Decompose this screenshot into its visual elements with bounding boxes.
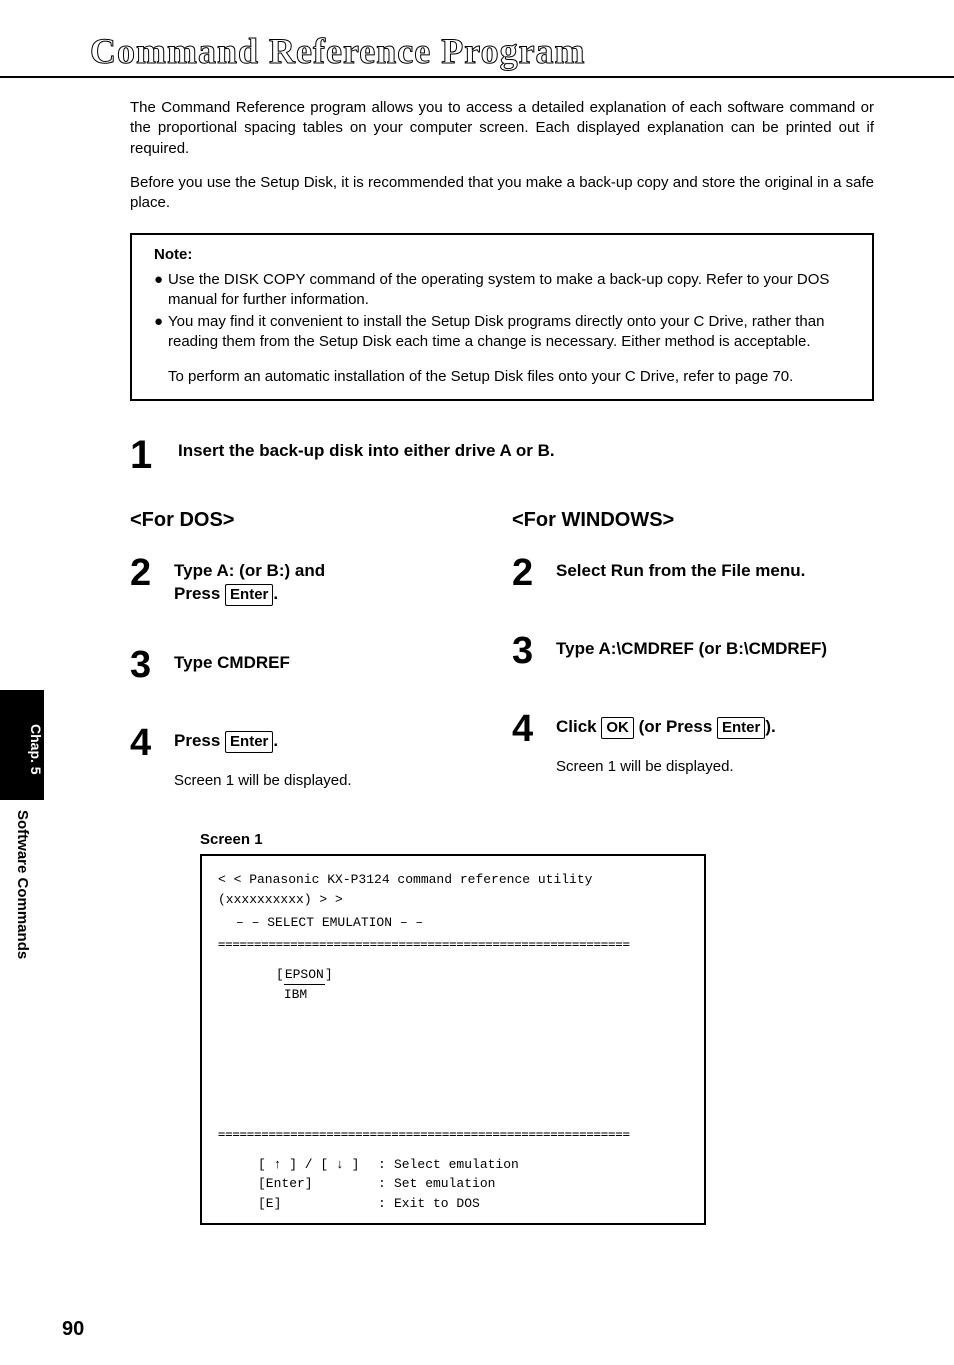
win-step-4-sub: Screen 1 will be displayed. (556, 757, 776, 777)
divider: ========================================… (218, 1125, 688, 1143)
step-number-4: 4 (512, 710, 556, 748)
screen-subheader: – – SELECT EMULATION – – (236, 913, 688, 933)
screen-label: Screen 1 (200, 831, 894, 848)
title-rule (0, 76, 954, 78)
dos-step-4-sub: Screen 1 will be displayed. (174, 771, 352, 791)
windows-heading: <For WINDOWS> (512, 509, 894, 532)
intro-paragraph-1: The Command Reference program allows you… (130, 98, 874, 159)
intro-paragraph-2: Before you use the Setup Disk, it is rec… (130, 173, 874, 214)
page-title: Command Reference Program (90, 30, 894, 72)
step-number-1: 1 (130, 435, 178, 475)
bullet-icon: ● (154, 312, 168, 353)
dos-heading: <For DOS> (130, 509, 512, 532)
legend-key-enter: [Enter] (258, 1174, 378, 1194)
note-box: Note: ●Use the DISK COPY command of the … (130, 233, 874, 401)
note-bullet-2: You may find it convenient to install th… (168, 312, 854, 353)
screen-header: < < Panasonic KX-P3124 command reference… (218, 870, 688, 909)
legend-desc-2: Set emulation (394, 1174, 495, 1194)
step-number-3: 3 (512, 632, 556, 670)
dos-step-4: Press Enter. Screen 1 will be displayed. (174, 730, 352, 792)
bullet-icon: ● (154, 270, 168, 311)
win-step-2: Select Run from the File menu. (556, 560, 805, 583)
step-number-4: 4 (130, 724, 174, 762)
legend-key-arrows: [ ↑ ] / [ ↓ ] (258, 1155, 378, 1175)
chapter-tab: Chap. 5 (0, 690, 44, 800)
ok-key: OK (601, 717, 634, 739)
step-1-text: Insert the back-up disk into either driv… (178, 441, 555, 461)
step-number-2: 2 (130, 554, 174, 592)
legend-desc-3: Exit to DOS (394, 1194, 480, 1214)
emulation-option-epson: EPSON (284, 965, 325, 986)
enter-key: Enter (225, 584, 273, 606)
enter-key: Enter (225, 731, 273, 753)
win-step-3: Type A:\CMDREF (or B:\CMDREF) (556, 638, 827, 661)
note-bullet-1: Use the DISK COPY command of the operati… (168, 270, 854, 311)
win-step-4: Click OK (or Press Enter). Screen 1 will… (556, 716, 776, 778)
emulation-option-ibm: IBM (284, 987, 307, 1002)
dos-step-3: Type CMDREF (174, 652, 290, 675)
legend-desc-1: Select emulation (394, 1155, 519, 1175)
section-label: Software Commands (14, 810, 31, 959)
page-number: 90 (62, 1318, 84, 1341)
screen-1-box: < < Panasonic KX-P3124 command reference… (200, 854, 706, 1225)
divider: ========================================… (218, 935, 688, 953)
enter-key: Enter (717, 717, 765, 739)
step-number-3: 3 (130, 646, 174, 684)
step-number-2: 2 (512, 554, 556, 592)
note-footer: To perform an automatic installation of … (168, 367, 854, 387)
legend-key-e: [E] (258, 1194, 378, 1214)
dos-step-2: Type A: (or B:) and Press Enter. (174, 560, 325, 606)
note-heading: Note: (154, 245, 854, 265)
